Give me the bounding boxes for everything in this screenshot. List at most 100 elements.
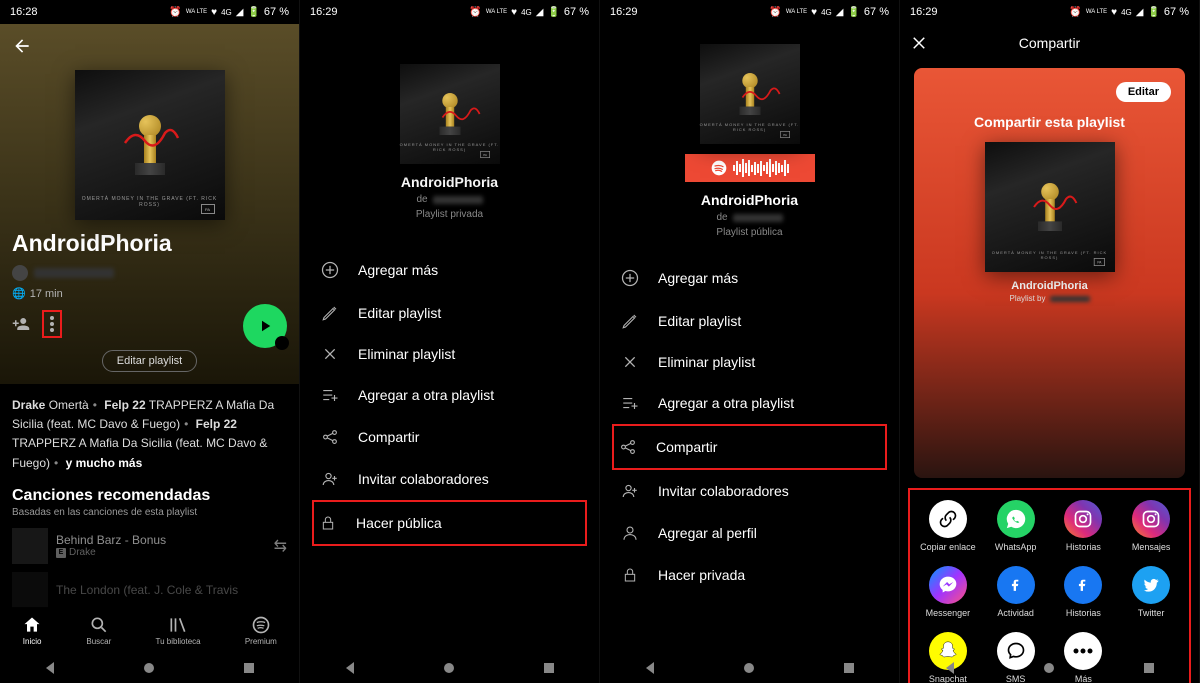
share-ig-messages[interactable]: Mensajes [1119,500,1183,552]
spotify-icon [711,160,727,176]
share-copy-link[interactable]: Copiar enlace [916,500,980,552]
rec-track-name: Behind Barz - Bonus [56,533,266,547]
cell-icon: ◢ [536,7,544,18]
swap-icon[interactable]: ⇆ [274,536,287,556]
playlist-body: Drake Omertà• Felp 22 TRAPPERZ A Mafia D… [0,384,299,628]
author-row[interactable] [12,265,287,281]
nav-home-icon[interactable] [1042,661,1056,675]
nav-back-icon[interactable] [643,661,657,675]
explicit-icon: E [56,548,66,558]
android-nav [300,653,599,683]
menu-share-highlighted[interactable]: Compartir [612,424,887,470]
nav-recent-icon[interactable] [842,661,856,675]
tab-search[interactable]: Buscar [86,615,111,646]
privacy-label: Playlist pública [600,227,899,238]
share-messenger[interactable]: Messenger [916,566,980,618]
tab-home[interactable]: Inicio [22,615,42,646]
recommendations-title: Canciones recomendadas [12,487,287,505]
nav-recent-icon[interactable] [242,661,256,675]
nav-home-icon[interactable] [742,661,756,675]
more-options-highlighted[interactable] [42,310,62,338]
context-header: OMERTÀ MONEY IN THE GRAVE (FT. RICK ROSS… [600,24,899,246]
author-name [1050,296,1090,302]
author-name [733,214,783,222]
signal-icon: ♥ [1111,7,1117,18]
wifi-label: WA LTE [186,9,207,15]
close-button[interactable] [910,34,928,52]
edit-story-button[interactable]: Editar [1116,82,1171,102]
battery-level: 67 % [264,6,289,18]
shuffle-badge-icon [275,336,289,350]
menu-add-more[interactable]: Agregar más [616,256,883,300]
context-header: OMERTÀ MONEY IN THE GRAVE (FT. RICK ROSS… [300,24,599,228]
status-bar: 16:28 ⏰ WA LTE ♥ 4G ◢ 🔋 67 % [0,0,299,24]
menu-add-to[interactable]: Agregar a otra playlist [316,374,583,416]
lock-icon [620,566,640,584]
bottom-nav: Inicio Buscar Tu biblioteca Premium [0,607,299,653]
add-collaborator-icon[interactable] [12,315,30,333]
menu-invite[interactable]: Invitar colaboradores [616,470,883,512]
share-header: Compartir [900,24,1199,62]
share-fb-feed[interactable]: Actividad [984,566,1048,618]
menu-make-public-highlighted[interactable]: Hacer pública [312,500,587,546]
status-time: 16:29 [610,6,638,18]
nav-back-icon[interactable] [343,661,357,675]
screen-share-sheet: 16:29 ⏰ WA LTE ♥ 4G ◢ 🔋 67 % Compartir E… [900,0,1200,683]
profile-icon [620,524,640,542]
rec-cover [12,528,48,564]
menu-edit[interactable]: Editar playlist [316,292,583,334]
status-bar: 16:29 ⏰ WA LTE ♥ 4G ◢ 🔋 67 % [900,0,1199,24]
menu-add-profile[interactable]: Agregar al perfil [616,512,883,554]
status-time: 16:28 [10,6,38,18]
edit-playlist-button[interactable]: Editar playlist [12,350,287,372]
share-whatsapp[interactable]: WhatsApp [984,500,1048,552]
add-playlist-icon [320,386,340,404]
plus-circle-icon [620,268,640,288]
tab-library[interactable]: Tu biblioteca [156,615,201,646]
cell-icon: ◢ [236,7,244,18]
tracks-preview: Drake Omertà• Felp 22 TRAPPERZ A Mafia D… [12,396,287,473]
menu-add-to[interactable]: Agregar a otra playlist [616,382,883,424]
recommendation-row[interactable]: Behind Barz - Bonus EDrake ⇆ [12,528,287,564]
share-ig-stories[interactable]: Historias [1052,500,1116,552]
share-fb-stories[interactable]: Historias [1052,566,1116,618]
link-icon [929,500,967,538]
plus-circle-icon [320,260,340,280]
network-type: 4G [221,8,232,17]
status-bar: 16:29 ⏰ WA LTE ♥ 4G ◢ 🔋 67 % [600,0,899,24]
status-bar: 16:29 ⏰ WA LTE ♥ 4G ◢ 🔋 67 % [300,0,599,24]
playlist-cover: OMERTÀ MONEY IN THE GRAVE (FT. RICK ROSS… [400,64,500,164]
menu-share[interactable]: Compartir [316,416,583,458]
spotify-code[interactable] [685,154,815,182]
share-twitter[interactable]: Twitter [1119,566,1183,618]
instagram-icon [1064,500,1102,538]
pencil-icon [320,304,340,322]
rec-track-name: The London (feat. J. Cole & Travis [56,583,287,597]
playlist-title: AndroidPhoria [12,230,287,257]
ctx-title: AndroidPhoria [600,192,899,208]
duration-row: 🌐 17 min [12,287,287,300]
nav-back-icon[interactable] [43,661,57,675]
nav-recent-icon[interactable] [1142,661,1156,675]
menu-add-more[interactable]: Agregar más [316,248,583,292]
nav-back-icon[interactable] [943,661,957,675]
back-button[interactable] [12,30,287,62]
menu-invite[interactable]: Invitar colaboradores [316,458,583,500]
cell-icon: ◢ [836,7,844,18]
play-button[interactable] [243,304,287,348]
tab-premium[interactable]: Premium [245,615,277,646]
battery-icon: 🔋 [247,7,259,18]
recommendation-row[interactable]: The London (feat. J. Cole & Travis [12,572,287,608]
status-time: 16:29 [910,6,938,18]
nav-home-icon[interactable] [442,661,456,675]
menu-delete[interactable]: Eliminar playlist [616,342,883,382]
menu-make-private[interactable]: Hacer privada [616,554,883,596]
avatar [12,265,28,281]
add-user-icon [320,470,340,488]
nav-home-icon[interactable] [142,661,156,675]
menu-delete[interactable]: Eliminar playlist [316,334,583,374]
nav-recent-icon[interactable] [542,661,556,675]
signal-icon: ♥ [811,7,817,18]
signal-icon: ♥ [211,7,217,18]
menu-edit[interactable]: Editar playlist [616,300,883,342]
